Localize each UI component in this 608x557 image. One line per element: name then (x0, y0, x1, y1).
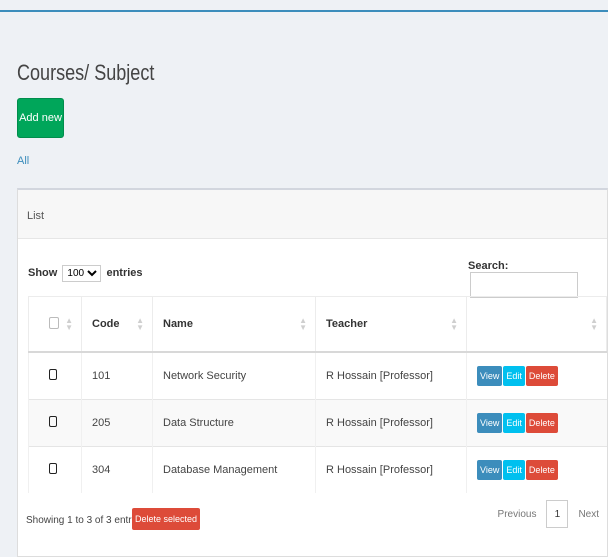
page-number-button[interactable]: 1 (546, 500, 569, 528)
edit-button[interactable]: Edit (503, 460, 525, 480)
courses-table: ▲ ▼ Code ▲ ▼ Name ▲ ▼ Teacher ▲ ▼ ▲ ▼ 10… (28, 296, 607, 493)
entries-label: entries (106, 267, 143, 279)
table-header-row: ▲ ▼ Code ▲ ▼ Name ▲ ▼ Teacher ▲ ▼ ▲ ▼ (28, 296, 607, 353)
add-new-button[interactable]: Add new (17, 98, 64, 138)
delete-selected-button[interactable]: Delete selected (132, 508, 201, 530)
sort-both-icon: ▲ ▼ (136, 316, 144, 332)
delete-button[interactable]: Delete (525, 413, 558, 433)
table-row: 205 Data Structure R Hossain [Professor]… (28, 399, 607, 447)
page-title: Courses/ Subject (17, 60, 155, 85)
search-input[interactable] (470, 272, 578, 298)
box-header: List (18, 190, 607, 239)
row-teacher: R Hossain [Professor] (315, 446, 467, 493)
box-title: List (27, 210, 45, 222)
entries-length-select[interactable]: 100 (62, 265, 102, 282)
table-info: Showing 1 to 3 of 3 entries (26, 515, 145, 526)
search-label: Search: (468, 260, 509, 272)
name-header[interactable]: Name ▲ ▼ (152, 296, 316, 353)
select-all-checkbox[interactable] (49, 316, 59, 329)
row-name: Data Structure (152, 399, 316, 447)
row-actions: View Edit Delete (466, 351, 607, 400)
edit-button[interactable]: Edit (503, 366, 525, 386)
actions-header: ▲ ▼ (466, 296, 607, 353)
view-button[interactable]: View (477, 366, 503, 386)
row-teacher: R Hossain [Professor] (315, 399, 467, 447)
teacher-header[interactable]: Teacher ▲ ▼ (315, 296, 467, 353)
row-code: 304 (81, 446, 153, 493)
table-row: 304 Database Management R Hossain [Profe… (28, 446, 607, 493)
teacher-header-label: Teacher (326, 318, 368, 330)
row-name: Database Management (152, 446, 316, 493)
sort-both-icon: ▲ ▼ (299, 316, 307, 332)
pagination: Previous 1 Next (498, 500, 599, 528)
previous-page-link[interactable]: Previous (498, 509, 537, 520)
sort-both-icon: ▲ ▼ (65, 316, 73, 332)
view-button[interactable]: View (477, 460, 503, 480)
top-accent-line (0, 10, 608, 12)
row-checkbox[interactable] (49, 369, 57, 380)
entries-length-control: Show 100 entries (28, 265, 143, 282)
row-code: 101 (81, 351, 153, 400)
code-header[interactable]: Code ▲ ▼ (81, 296, 153, 353)
list-box: List Show 100 entries Search: ▲ ▼ Code ▲ ▼ (17, 188, 608, 557)
edit-button[interactable]: Edit (503, 413, 525, 433)
delete-button[interactable]: Delete (525, 460, 558, 480)
select-all-header: ▲ ▼ (28, 296, 82, 353)
next-page-link[interactable]: Next (578, 509, 599, 520)
search-control: Search: (468, 260, 607, 298)
table-row: 101 Network Security R Hossain [Professo… (28, 351, 607, 400)
row-checkbox[interactable] (49, 463, 57, 474)
row-actions: View Edit Delete (466, 446, 607, 493)
code-header-label: Code (92, 318, 120, 330)
row-name: Network Security (152, 351, 316, 400)
filter-all-link[interactable]: All (17, 155, 29, 167)
delete-button[interactable]: Delete (525, 366, 558, 386)
row-code: 205 (81, 399, 153, 447)
row-teacher: R Hossain [Professor] (315, 351, 467, 400)
sort-both-icon: ▲ ▼ (590, 316, 598, 332)
name-header-label: Name (163, 318, 193, 330)
show-label: Show (28, 267, 58, 279)
sort-both-icon: ▲ ▼ (450, 316, 458, 332)
row-checkbox[interactable] (49, 416, 57, 427)
view-button[interactable]: View (477, 413, 503, 433)
row-actions: View Edit Delete (466, 399, 607, 447)
